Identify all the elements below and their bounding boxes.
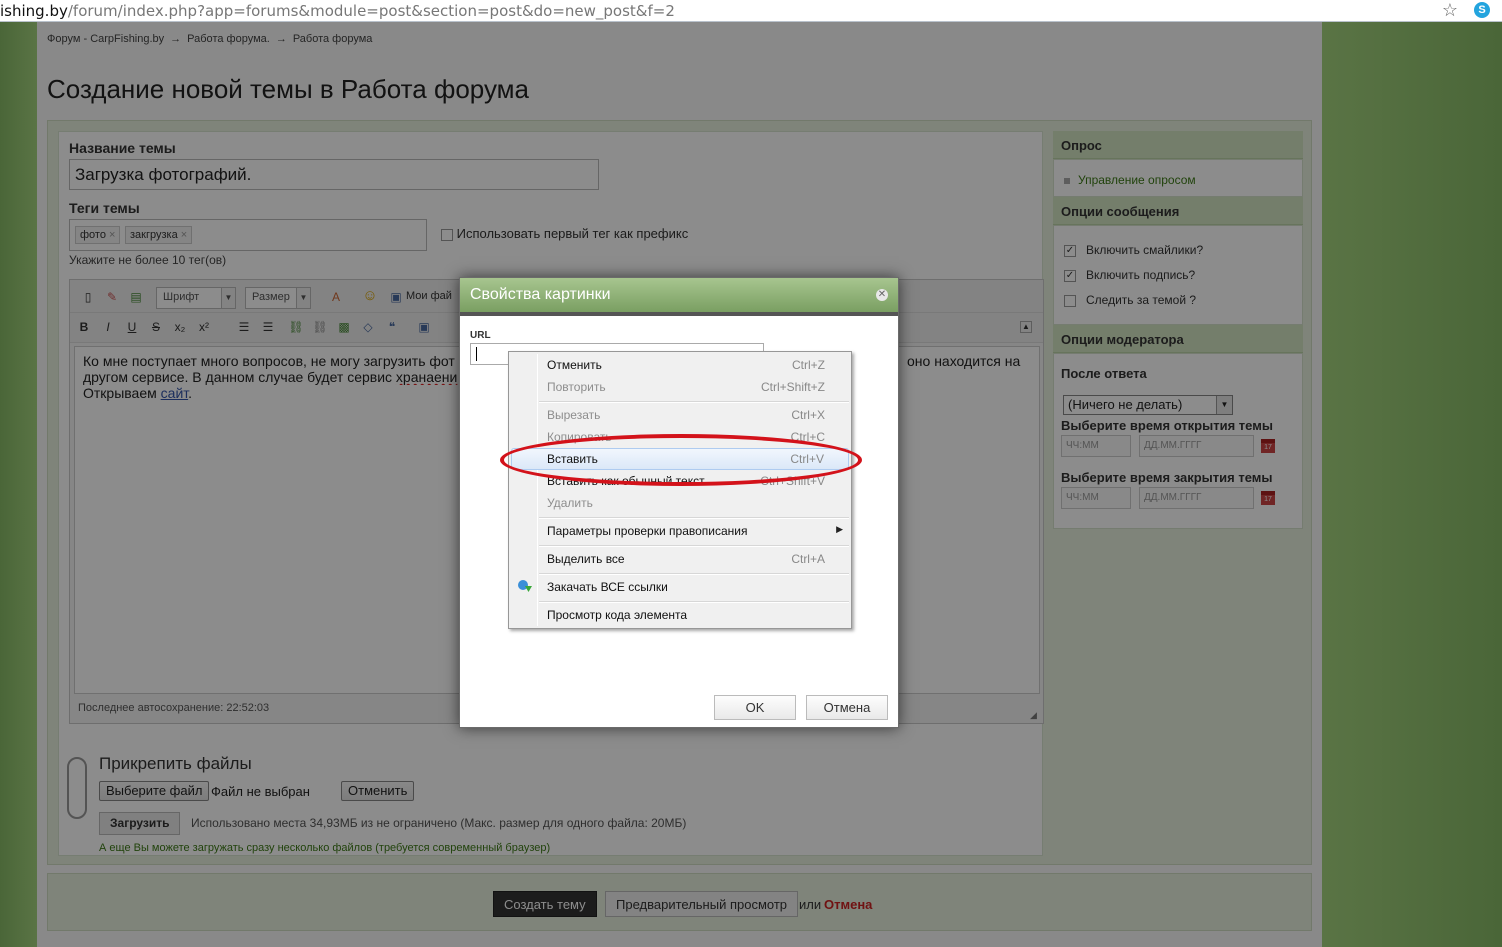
close-icon[interactable]: ✕ [876,289,888,301]
page-background-right [1322,22,1502,947]
menu-separator [539,401,849,403]
menu-item-select-all[interactable]: Выделить все Ctrl+A [511,548,849,570]
menu-separator [539,573,849,575]
menu-item-spellcheck[interactable]: Параметры проверки правописания ▶ [511,520,849,542]
menu-item-download-all-links[interactable]: Закачать ВСЕ ссылки [511,576,849,598]
address-bar[interactable]: ishing.by/forum/index.php?app=forums&mod… [0,0,1502,22]
submenu-arrow-icon: ▶ [836,524,843,534]
cancel-button[interactable]: Отмена [806,695,888,720]
bookmark-star-icon[interactable]: ☆ [1442,0,1458,21]
dialog-divider [460,312,898,316]
menu-separator [539,545,849,547]
skype-icon[interactable]: S [1474,2,1490,18]
url-text[interactable]: ishing.by/forum/index.php?app=forums&mod… [0,2,675,20]
menu-separator [539,517,849,519]
menu-item-undo[interactable]: Отменить Ctrl+Z [511,354,849,376]
ok-button[interactable]: OK [714,695,796,720]
url-label: URL [470,330,491,341]
annotation-highlight-ellipse [500,434,862,486]
context-menu: Отменить Ctrl+Z Повторить Ctrl+Shift+Z Выр… [508,351,852,629]
dialog-header: Свойства картинки [460,278,898,312]
menu-item-cut[interactable]: Вырезать Ctrl+X [511,404,849,426]
download-manager-icon [518,580,532,592]
menu-item-inspect[interactable]: Просмотр кода элемента [511,604,849,626]
menu-item-delete[interactable]: Удалить [511,492,849,514]
page-background-left [0,22,37,947]
text-caret [476,347,477,361]
menu-separator [539,601,849,603]
menu-item-redo[interactable]: Повторить Ctrl+Shift+Z [511,376,849,398]
dialog-title: Свойства картинки [470,286,611,303]
